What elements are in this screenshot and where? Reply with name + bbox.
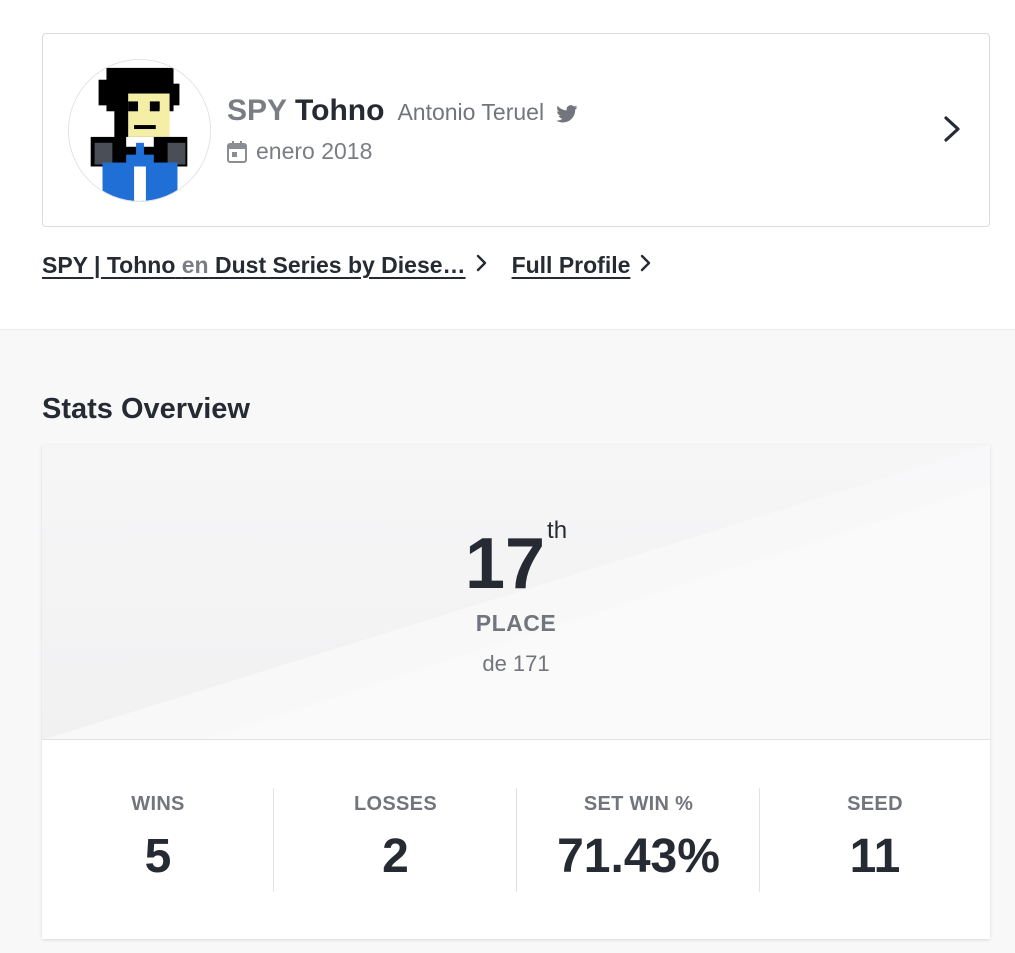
chevron-right-icon — [640, 254, 652, 277]
profile-links: SPY | Tohno en Dust Series by Diese… Ful… — [42, 252, 652, 279]
stats-overview-title: Stats Overview — [42, 393, 250, 425]
twitter-icon[interactable] — [556, 105, 578, 128]
stats-row: WINS 5 LOSSES 2 SET WIN % 71.43% SEED 11 — [42, 741, 990, 939]
profile-header-section: SPY Tohno Antonio Teruel enero 2018 SPY … — [0, 0, 1015, 330]
event-player-link[interactable]: SPY | Tohno en Dust Series by Diese… — [42, 252, 466, 279]
chevron-right-icon — [476, 254, 488, 277]
avatar — [68, 59, 211, 202]
full-profile-link[interactable]: Full Profile — [512, 252, 631, 279]
join-date-row: enero 2018 — [227, 138, 372, 165]
event-en-word: en — [181, 252, 209, 278]
full-profile-label: Full Profile — [511, 252, 631, 278]
calendar-icon — [227, 140, 247, 163]
profile-card[interactable]: SPY Tohno Antonio Teruel enero 2018 — [42, 33, 990, 227]
stat-wins: WINS 5 — [42, 741, 274, 939]
placement-total: de 171 — [482, 651, 550, 676]
placement-number: 17th — [42, 517, 990, 605]
stat-value: 2 — [382, 830, 409, 883]
stats-card: 17th PLACE de 171 WINS 5 LOSSES 2 SET WI… — [42, 445, 990, 939]
stat-label: SET WIN % — [583, 793, 694, 815]
team-prefix: SPY — [227, 94, 288, 127]
pixel-character-avatar-icon — [69, 60, 210, 201]
placement-label: PLACE — [475, 610, 557, 636]
stat-seed: SEED 11 — [760, 741, 990, 939]
placement-value: 17 — [464, 524, 546, 604]
stat-value: 71.43% — [557, 830, 720, 883]
join-date: enero 2018 — [256, 138, 373, 164]
gamer-tag: Tohno — [295, 94, 385, 127]
stat-label: LOSSES — [354, 793, 437, 815]
stat-label: SEED — [847, 793, 903, 815]
event-player-name: SPY | Tohno — [42, 252, 176, 278]
real-name: Antonio Teruel — [397, 99, 545, 125]
stat-value: 5 — [144, 830, 172, 883]
chevron-right-icon[interactable] — [943, 115, 961, 148]
placement-suffix: th — [547, 517, 568, 544]
event-name: Dust Series by Diese… — [215, 252, 466, 278]
stat-set-win-percent: SET WIN % 71.43% — [517, 741, 760, 939]
placement-panel: 17th PLACE de 171 — [42, 445, 990, 740]
stat-losses: LOSSES 2 — [274, 741, 517, 939]
stat-value: 11 — [849, 830, 901, 883]
stat-label: WINS — [131, 793, 185, 815]
player-name-row: SPY Tohno Antonio Teruel — [227, 94, 578, 128]
